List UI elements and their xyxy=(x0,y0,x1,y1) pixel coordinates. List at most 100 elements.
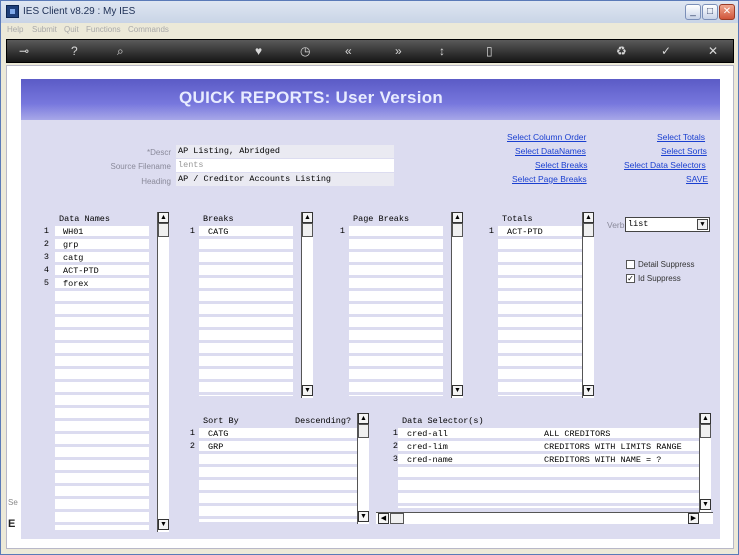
sort-item[interactable]: GRP xyxy=(208,441,223,454)
scroll-down-arrow[interactable]: ▼ xyxy=(302,385,313,396)
content-area: Se E QUICK REPORTS: User Version *Descr … xyxy=(6,65,734,549)
scroll-left-arrow[interactable]: ◀ xyxy=(378,513,389,524)
select-page-breaks-link[interactable]: Select Page Breaks xyxy=(512,174,587,184)
menu-functions[interactable]: Functions xyxy=(86,25,121,34)
app-logo-icon xyxy=(6,5,19,18)
cancel-icon[interactable]: ✕ xyxy=(708,44,718,58)
scroll-thumb[interactable] xyxy=(158,223,169,237)
select-breaks-link[interactable]: Select Breaks xyxy=(535,160,587,170)
scroll-up-arrow[interactable]: ▲ xyxy=(358,413,369,424)
break-item[interactable]: CATG xyxy=(208,226,228,239)
scroll-thumb[interactable] xyxy=(390,513,404,524)
menu-submit[interactable]: Submit xyxy=(32,25,57,34)
move-icon[interactable]: ↕ xyxy=(439,44,445,58)
minimize-button[interactable]: _ xyxy=(685,4,701,20)
help-icon[interactable]: ? xyxy=(71,44,78,58)
data-selectors-scrollbar[interactable]: ▲ ▼ xyxy=(699,413,711,512)
totals-scrollbar[interactable]: ▲ ▼ xyxy=(582,212,594,398)
scroll-up-arrow[interactable]: ▲ xyxy=(583,212,594,223)
descr-label: *Descr xyxy=(146,148,171,157)
ok-icon[interactable]: ✓ xyxy=(661,44,671,58)
scroll-up-arrow[interactable]: ▲ xyxy=(452,212,463,223)
data-selectors-hscrollbar[interactable]: ◀ ▶ xyxy=(376,512,713,524)
scroll-down-arrow[interactable]: ▼ xyxy=(158,519,169,530)
source-filename-field[interactable]: lents xyxy=(176,159,394,172)
source-filename-label: Source Filename xyxy=(110,162,171,171)
back-icon[interactable]: « xyxy=(345,44,352,58)
select-sorts-link[interactable]: Select Sorts xyxy=(661,146,707,156)
descr-field[interactable]: AP Listing, Abridged xyxy=(176,145,394,158)
menu-commands[interactable]: Commands xyxy=(128,25,169,34)
sort-by-scrollbar[interactable]: ▲ ▼ xyxy=(357,413,369,524)
menu-help[interactable]: Help xyxy=(7,25,23,34)
select-datanames-link[interactable]: Select DataNames xyxy=(515,146,586,156)
maximize-button[interactable]: □ xyxy=(702,4,718,20)
scroll-down-arrow[interactable]: ▼ xyxy=(358,511,369,522)
scroll-thumb[interactable] xyxy=(302,223,313,237)
selector-name[interactable]: cred-name xyxy=(407,454,453,467)
page-title: QUICK REPORTS: User Version xyxy=(179,88,444,107)
scroll-thumb[interactable] xyxy=(700,424,711,438)
page-breaks-rows xyxy=(349,226,443,396)
data-name-item[interactable]: catg xyxy=(63,252,83,265)
title-bar: IES Client v8.29 : My IES _ □ ✕ xyxy=(1,1,738,23)
verb-value: list xyxy=(628,219,649,229)
selector-desc: ALL CREDITORS xyxy=(544,429,611,439)
sort-item[interactable]: CATG xyxy=(208,428,228,441)
save-link[interactable]: SAVE xyxy=(686,174,708,184)
forward-icon[interactable]: » xyxy=(395,44,402,58)
menu-bar: Help Submit Quit Functions Commands xyxy=(1,23,738,38)
id-suppress-checkbox[interactable]: ✓ xyxy=(626,274,635,283)
select-column-order-link[interactable]: Select Column Order xyxy=(507,132,586,142)
select-totals-link[interactable]: Select Totals xyxy=(657,132,705,142)
toolbar: ⊸ ? ⌕ ♥ ◷ « » ↕ ▯ ♻ ✓ ✕ xyxy=(6,39,734,63)
heading-field[interactable]: AP / Creditor Accounts Listing xyxy=(176,173,394,186)
selector-name[interactable]: cred-all xyxy=(407,428,448,441)
chevron-down-icon[interactable]: ▼ xyxy=(697,219,708,230)
side-stub-text: Se xyxy=(8,498,18,507)
id-suppress-label: Id Suppress xyxy=(638,274,681,283)
data-names-scrollbar[interactable]: ▲ ▼ xyxy=(157,212,169,532)
data-selectors-list: Data Selector(s) 1 cred-all ALL CREDITOR… xyxy=(376,413,713,524)
data-name-item[interactable]: ACT-PTD xyxy=(63,265,99,278)
verb-select[interactable]: list ▼ xyxy=(625,217,710,232)
side-stub-letter: E xyxy=(8,518,16,530)
scroll-down-arrow[interactable]: ▼ xyxy=(700,499,711,510)
recycle-icon[interactable]: ♻ xyxy=(616,44,627,58)
scroll-thumb[interactable] xyxy=(583,223,594,237)
row-number: 1 xyxy=(189,428,195,438)
selector-name[interactable]: cred-lim xyxy=(407,441,448,454)
data-name-item[interactable]: grp xyxy=(63,239,78,252)
totals-list: Totals 1 ACT-PTD ▲ ▼ xyxy=(476,212,600,398)
close-window-button[interactable]: ✕ xyxy=(719,4,735,20)
heart-icon[interactable]: ♥ xyxy=(255,44,262,58)
scroll-right-arrow[interactable]: ▶ xyxy=(688,513,699,524)
scroll-thumb[interactable] xyxy=(452,223,463,237)
search-icon[interactable]: ⌕ xyxy=(117,44,124,59)
scroll-up-arrow[interactable]: ▲ xyxy=(158,212,169,223)
data-name-item[interactable]: WH01 xyxy=(63,226,83,239)
menu-quit[interactable]: Quit xyxy=(64,25,79,34)
detail-suppress-checkbox[interactable] xyxy=(626,260,635,269)
verb-label: Verb xyxy=(607,220,625,230)
select-data-selectors-link[interactable]: Select Data Selectors xyxy=(624,160,706,170)
page-breaks-scrollbar[interactable]: ▲ ▼ xyxy=(451,212,463,398)
window-title: IES Client v8.29 : My IES xyxy=(23,6,136,17)
data-name-item[interactable]: forex xyxy=(63,278,89,291)
scroll-down-arrow[interactable]: ▼ xyxy=(452,385,463,396)
clock-icon[interactable]: ◷ xyxy=(300,44,310,58)
scroll-up-arrow[interactable]: ▲ xyxy=(302,212,313,223)
selector-desc: CREDITORS WITH LIMITS RANGE xyxy=(544,442,682,452)
page-icon[interactable]: ▯ xyxy=(486,44,493,58)
scroll-up-arrow[interactable]: ▲ xyxy=(700,413,711,424)
row-number: 1 xyxy=(43,226,49,236)
key-icon[interactable]: ⊸ xyxy=(19,44,29,58)
scroll-down-arrow[interactable]: ▼ xyxy=(583,385,594,396)
total-item[interactable]: ACT-PTD xyxy=(507,226,543,239)
scroll-thumb[interactable] xyxy=(358,424,369,438)
page-breaks-list: Page Breaks 1 ▲ ▼ xyxy=(327,212,463,398)
row-number: 5 xyxy=(43,278,49,288)
breaks-scrollbar[interactable]: ▲ ▼ xyxy=(301,212,313,398)
row-number: 1 xyxy=(189,226,195,236)
breaks-header: Breaks xyxy=(203,214,234,224)
